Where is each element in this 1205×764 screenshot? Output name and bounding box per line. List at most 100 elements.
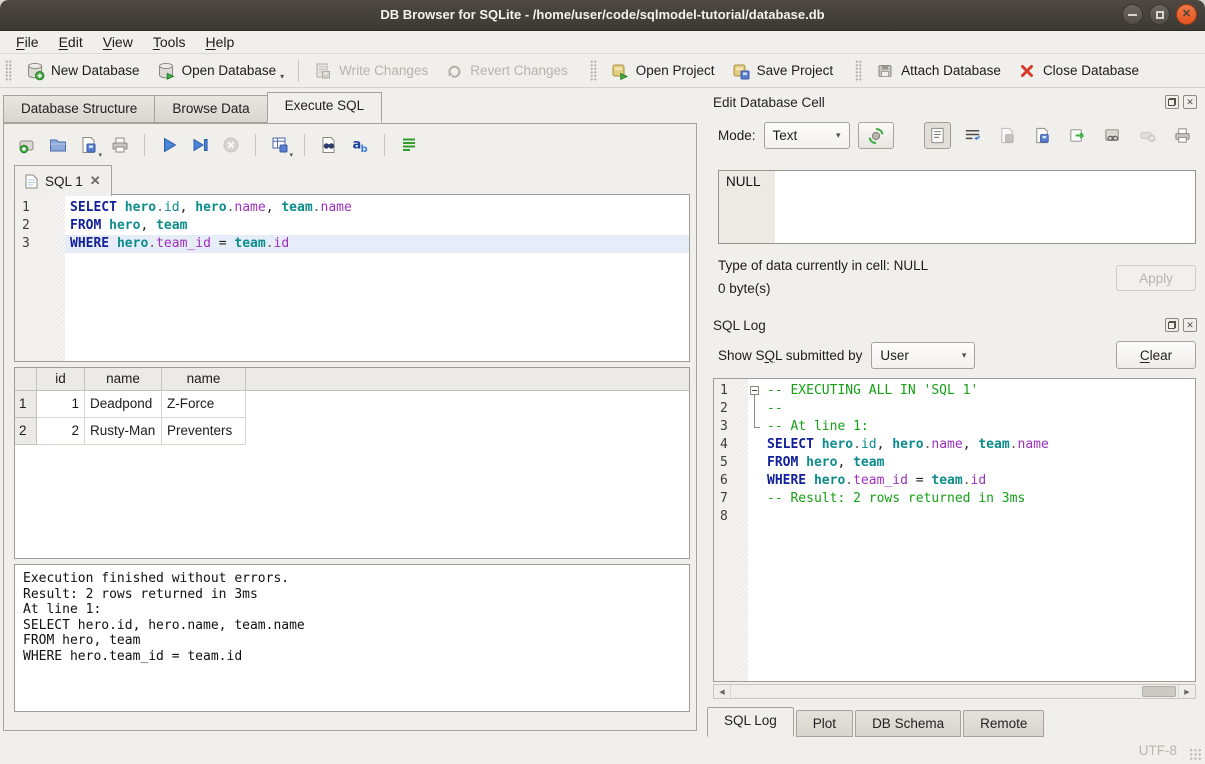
menu-edit[interactable]: Edit [49,32,93,52]
scroll-left-icon[interactable]: ◀ [714,685,731,698]
cell[interactable]: Z-Force [162,391,246,418]
write-changes-button[interactable]: Write Changes [305,57,436,85]
dock-tab-db-schema[interactable]: DB Schema [855,710,961,737]
import-data-button[interactable] [1064,122,1091,149]
scrollbar-track[interactable] [731,685,1178,698]
sql-log-view[interactable]: 1-- EXECUTING ALL IN 'SQL 1'2--3-- At li… [713,378,1196,682]
revert-changes-button[interactable]: Revert Changes [436,57,576,85]
auto-completion-button[interactable]: a b [347,132,373,158]
row-header[interactable]: 2 [15,418,37,445]
execute-line-button[interactable] [187,132,213,158]
cell[interactable]: 1 [37,391,85,418]
column-header-2[interactable]: name [162,368,246,391]
save-project-button[interactable]: Save Project [723,57,842,85]
log-filter-select[interactable]: User ▾ [871,342,975,369]
tab-execute-sql[interactable]: Execute SQL [267,92,383,123]
code-line-2: 2-- [714,400,1195,418]
toolbar-handle[interactable] [5,60,12,82]
set-null-button[interactable] [1134,122,1161,149]
save-sql-dropdown-icon[interactable]: ▾ [98,151,102,159]
title-bar[interactable]: DB Browser for SQLite - /home/user/code/… [0,0,1205,31]
sql-log-hscrollbar[interactable]: ◀ ▶ [713,684,1196,699]
save-cell-button[interactable] [994,122,1021,149]
close-panel-icon[interactable]: ✕ [1183,95,1197,109]
dock-tab-sql-log[interactable]: SQL Log [707,707,794,737]
menu-help[interactable]: Help [196,32,245,52]
auto-switch-mode-button[interactable] [858,122,894,149]
row-header[interactable]: 1 [15,391,37,418]
sql-tab-close-icon[interactable]: ✕ [90,173,101,189]
float-panel-icon[interactable] [1165,95,1179,109]
sql-editor[interactable]: 1SELECT hero.id, hero.name, team.name2FR… [14,194,690,362]
attach-database-button[interactable]: Attach Database [867,57,1009,85]
sql-tab[interactable]: SQL 1 ✕ [14,165,112,196]
fold-margin [53,217,65,235]
column-header-0[interactable]: id [37,368,85,391]
new-database-button[interactable]: New Database [17,57,148,85]
save-sql-file-button[interactable]: ▾ [76,132,102,158]
mode-select[interactable]: Text ▾ [764,122,850,149]
open-sql-file-button[interactable] [45,132,71,158]
cell[interactable]: Rusty-Man [85,418,162,445]
print-sql-button[interactable] [107,132,133,158]
tab-browse-data[interactable]: Browse Data [154,95,267,123]
menu-file[interactable]: File [6,32,49,52]
toolbar-handle-3[interactable] [855,60,862,82]
stop-button[interactable] [218,132,244,158]
menu-view[interactable]: View [93,32,143,52]
close-button[interactable]: ✕ [1176,4,1197,25]
clear-button[interactable]: Clear [1116,341,1196,369]
code-line-2: 2FROM hero, team [15,217,689,235]
format-sql-button[interactable] [396,132,422,158]
maximize-button[interactable] [1149,4,1170,25]
sql-log-close-panel-icon[interactable]: ✕ [1183,318,1197,332]
sql-log-float-panel-icon[interactable] [1165,318,1179,332]
sql-editor-toolbar: ▾ [14,130,696,160]
word-wrap-button[interactable] [959,122,986,149]
print-cell-button[interactable] [1169,122,1196,149]
apply-button[interactable]: Apply [1116,265,1196,291]
sql-toolbar-separator-2 [255,134,256,156]
open-url-button[interactable] [1099,122,1126,149]
dock-tab-remote[interactable]: Remote [963,710,1044,737]
close-database-button[interactable]: Close Database [1009,57,1147,85]
encoding-indicator[interactable]: UTF-8 [1139,743,1177,758]
line-number: 5 [714,454,740,472]
table-row: 22Rusty-ManPreventers [15,418,689,445]
code-text: WHERE hero.team_id = team.id [65,235,689,253]
results-corner[interactable] [15,368,37,391]
execution-status[interactable]: Execution finished without errors. Resul… [14,564,690,712]
open-database-dropdown-icon[interactable]: ▾ [280,72,284,85]
cell-editor-body[interactable] [775,171,1195,243]
execute-all-button[interactable] [156,132,182,158]
open-sql-tab-button[interactable] [14,132,40,158]
edit-cell-dock-header: Edit Database Cell ✕ [713,93,1197,111]
save-sql-file-icon [79,135,99,155]
menu-tools[interactable]: Tools [143,32,196,52]
set-null-icon [1138,126,1157,145]
tab-database-structure[interactable]: Database Structure [3,95,155,123]
cell[interactable]: 2 [37,418,85,445]
find-replace-button[interactable] [316,132,342,158]
status-bar: UTF-8 [0,738,1205,764]
save-results-dropdown-icon[interactable]: ▾ [289,151,293,159]
resize-grip-icon[interactable] [1189,748,1202,761]
dock-tab-plot[interactable]: Plot [796,710,853,737]
text-mode-button[interactable] [924,122,951,149]
column-header-1[interactable]: name [85,368,162,391]
save-results-button[interactable]: ▾ [267,132,293,158]
open-project-button[interactable]: Open Project [602,57,723,85]
minimize-button[interactable] [1122,4,1143,25]
open-database-button[interactable]: Open Database ▾ [148,57,293,85]
mode-select-caret-icon: ▾ [836,130,841,141]
cell-editor[interactable]: NULL [718,170,1196,244]
fold-marker[interactable] [748,382,764,400]
edit-cell-dock-buttons: ✕ [1165,95,1197,109]
toolbar-handle-2[interactable] [590,60,597,82]
save-as-button[interactable] [1029,122,1056,149]
cell[interactable]: Preventers [162,418,246,445]
scrollbar-thumb[interactable] [1142,686,1176,697]
fold-margin [740,436,748,454]
scroll-right-icon[interactable]: ▶ [1178,685,1195,698]
cell[interactable]: Deadpond [85,391,162,418]
